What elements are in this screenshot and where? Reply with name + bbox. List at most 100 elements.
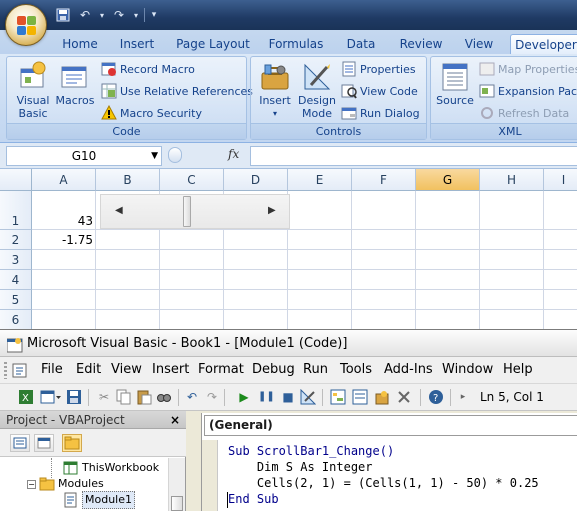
- name-box[interactable]: G10 ▼: [6, 146, 162, 166]
- column-header-e[interactable]: E: [288, 169, 352, 191]
- map-properties-button[interactable]: Map Properties: [479, 59, 577, 79]
- tab-view[interactable]: View: [460, 34, 498, 54]
- tree-item-thisworkbook[interactable]: ThisWorkbook: [63, 460, 159, 476]
- project-explorer-icon[interactable]: [330, 389, 346, 405]
- code-editor[interactable]: Sub ScrollBar1_Change() Dim S As Integer…: [228, 443, 539, 507]
- toggle-folders-icon[interactable]: [62, 434, 82, 452]
- menu-run[interactable]: Run: [303, 362, 328, 377]
- row-header-4[interactable]: 4: [0, 270, 32, 290]
- redo-dropdown-icon[interactable]: ▾: [132, 7, 140, 23]
- menu-insert[interactable]: Insert: [152, 362, 189, 377]
- help-icon[interactable]: ?: [428, 389, 444, 405]
- insert-function-button[interactable]: fx: [228, 147, 239, 161]
- insert-control-button[interactable]: Insert ▾: [255, 59, 295, 123]
- column-header-c[interactable]: C: [160, 169, 224, 191]
- menu-format[interactable]: Format: [198, 362, 244, 377]
- column-header-d[interactable]: D: [224, 169, 288, 191]
- project-tree-scrollbar[interactable]: [168, 458, 185, 511]
- macros-button[interactable]: Macros: [55, 59, 95, 123]
- copy-icon[interactable]: [116, 389, 132, 405]
- row-header-5[interactable]: 5: [0, 290, 32, 310]
- column-header-i[interactable]: I: [544, 169, 577, 191]
- view-excel-icon[interactable]: X: [18, 389, 34, 405]
- source-button[interactable]: Source: [435, 59, 475, 123]
- find-icon[interactable]: [156, 389, 172, 405]
- customize-toolbar-icon[interactable]: ▾: [149, 7, 159, 23]
- column-header-f[interactable]: F: [352, 169, 416, 191]
- tab-insert[interactable]: Insert: [114, 34, 160, 54]
- view-code-button[interactable]: View Code: [341, 81, 418, 101]
- row-header-1[interactable]: 1: [0, 191, 32, 230]
- office-button[interactable]: [5, 4, 47, 46]
- formula-input[interactable]: [250, 146, 577, 166]
- menu-add-ins[interactable]: Add-Ins: [384, 362, 433, 377]
- redo-icon[interactable]: ↷: [110, 7, 128, 23]
- view-object-icon[interactable]: [34, 434, 54, 452]
- cut-icon[interactable]: ✂: [96, 389, 112, 405]
- row-header-6[interactable]: 6: [0, 310, 32, 330]
- insert-userform-icon[interactable]: [40, 389, 62, 405]
- column-header-a[interactable]: A: [32, 169, 96, 191]
- scrollbar-control[interactable]: ◀ ▶: [100, 194, 290, 229]
- select-all-button[interactable]: [0, 169, 32, 191]
- view-code-icon[interactable]: [10, 434, 30, 452]
- module-system-menu-icon[interactable]: [12, 363, 28, 378]
- menu-file[interactable]: File: [41, 362, 63, 377]
- properties-button[interactable]: Properties: [341, 59, 416, 79]
- column-header-g[interactable]: G: [416, 169, 480, 191]
- record-macro-button[interactable]: Record Macro: [101, 59, 195, 79]
- close-icon[interactable]: ×: [170, 411, 183, 429]
- collapse-icon[interactable]: −: [27, 479, 36, 489]
- reset-icon[interactable]: ■: [280, 389, 296, 405]
- run-dialog-button[interactable]: Run Dialog: [341, 103, 420, 123]
- menu-tools[interactable]: Tools: [340, 362, 372, 377]
- menu-edit[interactable]: Edit: [76, 362, 101, 377]
- refresh-data-button[interactable]: Refresh Data: [479, 103, 569, 123]
- expansion-packs-button[interactable]: Expansion Packs: [479, 81, 577, 101]
- run-icon[interactable]: ▶: [236, 389, 252, 405]
- row-header-3[interactable]: 3: [0, 250, 32, 270]
- chevron-down-icon[interactable]: ▼: [151, 147, 158, 165]
- scroll-left-arrow-icon[interactable]: ◀: [115, 205, 123, 216]
- tab-developer[interactable]: Developer: [510, 34, 577, 54]
- undo-dropdown-icon[interactable]: ▾: [98, 7, 106, 23]
- tree-item-module1[interactable]: Module1: [63, 491, 135, 509]
- tab-formulas[interactable]: Formulas: [266, 34, 326, 54]
- design-mode-button[interactable]: Design Mode: [297, 59, 337, 123]
- row-header-2[interactable]: 2: [0, 230, 32, 250]
- code-margin-indicator-bar[interactable]: [202, 440, 218, 511]
- break-icon[interactable]: ❚❚: [258, 389, 275, 405]
- tab-home[interactable]: Home: [58, 34, 102, 54]
- macro-security-button[interactable]: Macro Security: [101, 103, 202, 123]
- toolbox-icon[interactable]: [396, 389, 412, 405]
- scrollbar-thumb[interactable]: [183, 196, 191, 227]
- menu-window[interactable]: Window: [442, 362, 493, 377]
- object-browser-icon[interactable]: [374, 389, 390, 405]
- undo-icon[interactable]: ↶: [184, 389, 200, 405]
- tree-item-modules[interactable]: − Modules: [27, 476, 104, 492]
- undo-icon[interactable]: ↶: [76, 7, 94, 23]
- paste-icon[interactable]: [136, 389, 152, 405]
- menu-view[interactable]: View: [111, 362, 142, 377]
- column-header-h[interactable]: H: [480, 169, 544, 191]
- object-dropdown[interactable]: (General): [204, 415, 577, 436]
- scroll-right-arrow-icon[interactable]: ▶: [268, 205, 276, 216]
- save-icon[interactable]: [54, 7, 72, 23]
- menu-debug[interactable]: Debug: [252, 362, 295, 377]
- scrollbar-thumb[interactable]: [171, 496, 183, 511]
- use-relative-references-button[interactable]: Use Relative References: [101, 81, 253, 101]
- redo-icon[interactable]: ↷: [204, 389, 220, 405]
- tab-page-layout[interactable]: Page Layout: [174, 34, 252, 54]
- formula-bar-collapse-icon[interactable]: [168, 147, 182, 163]
- design-mode-icon[interactable]: [300, 388, 317, 405]
- save-icon[interactable]: [66, 389, 82, 405]
- tab-review[interactable]: Review: [395, 34, 447, 54]
- visual-basic-button[interactable]: Visual Basic: [13, 59, 53, 123]
- properties-window-icon[interactable]: [352, 389, 368, 405]
- tab-data[interactable]: Data: [340, 34, 382, 54]
- column-header-b[interactable]: B: [96, 169, 160, 191]
- menu-help[interactable]: Help: [503, 362, 533, 377]
- cell-a2[interactable]: -1.75: [32, 231, 96, 249]
- cell-a1[interactable]: 43: [32, 213, 96, 229]
- toolbar-chevron-icon[interactable]: ▸: [456, 389, 470, 405]
